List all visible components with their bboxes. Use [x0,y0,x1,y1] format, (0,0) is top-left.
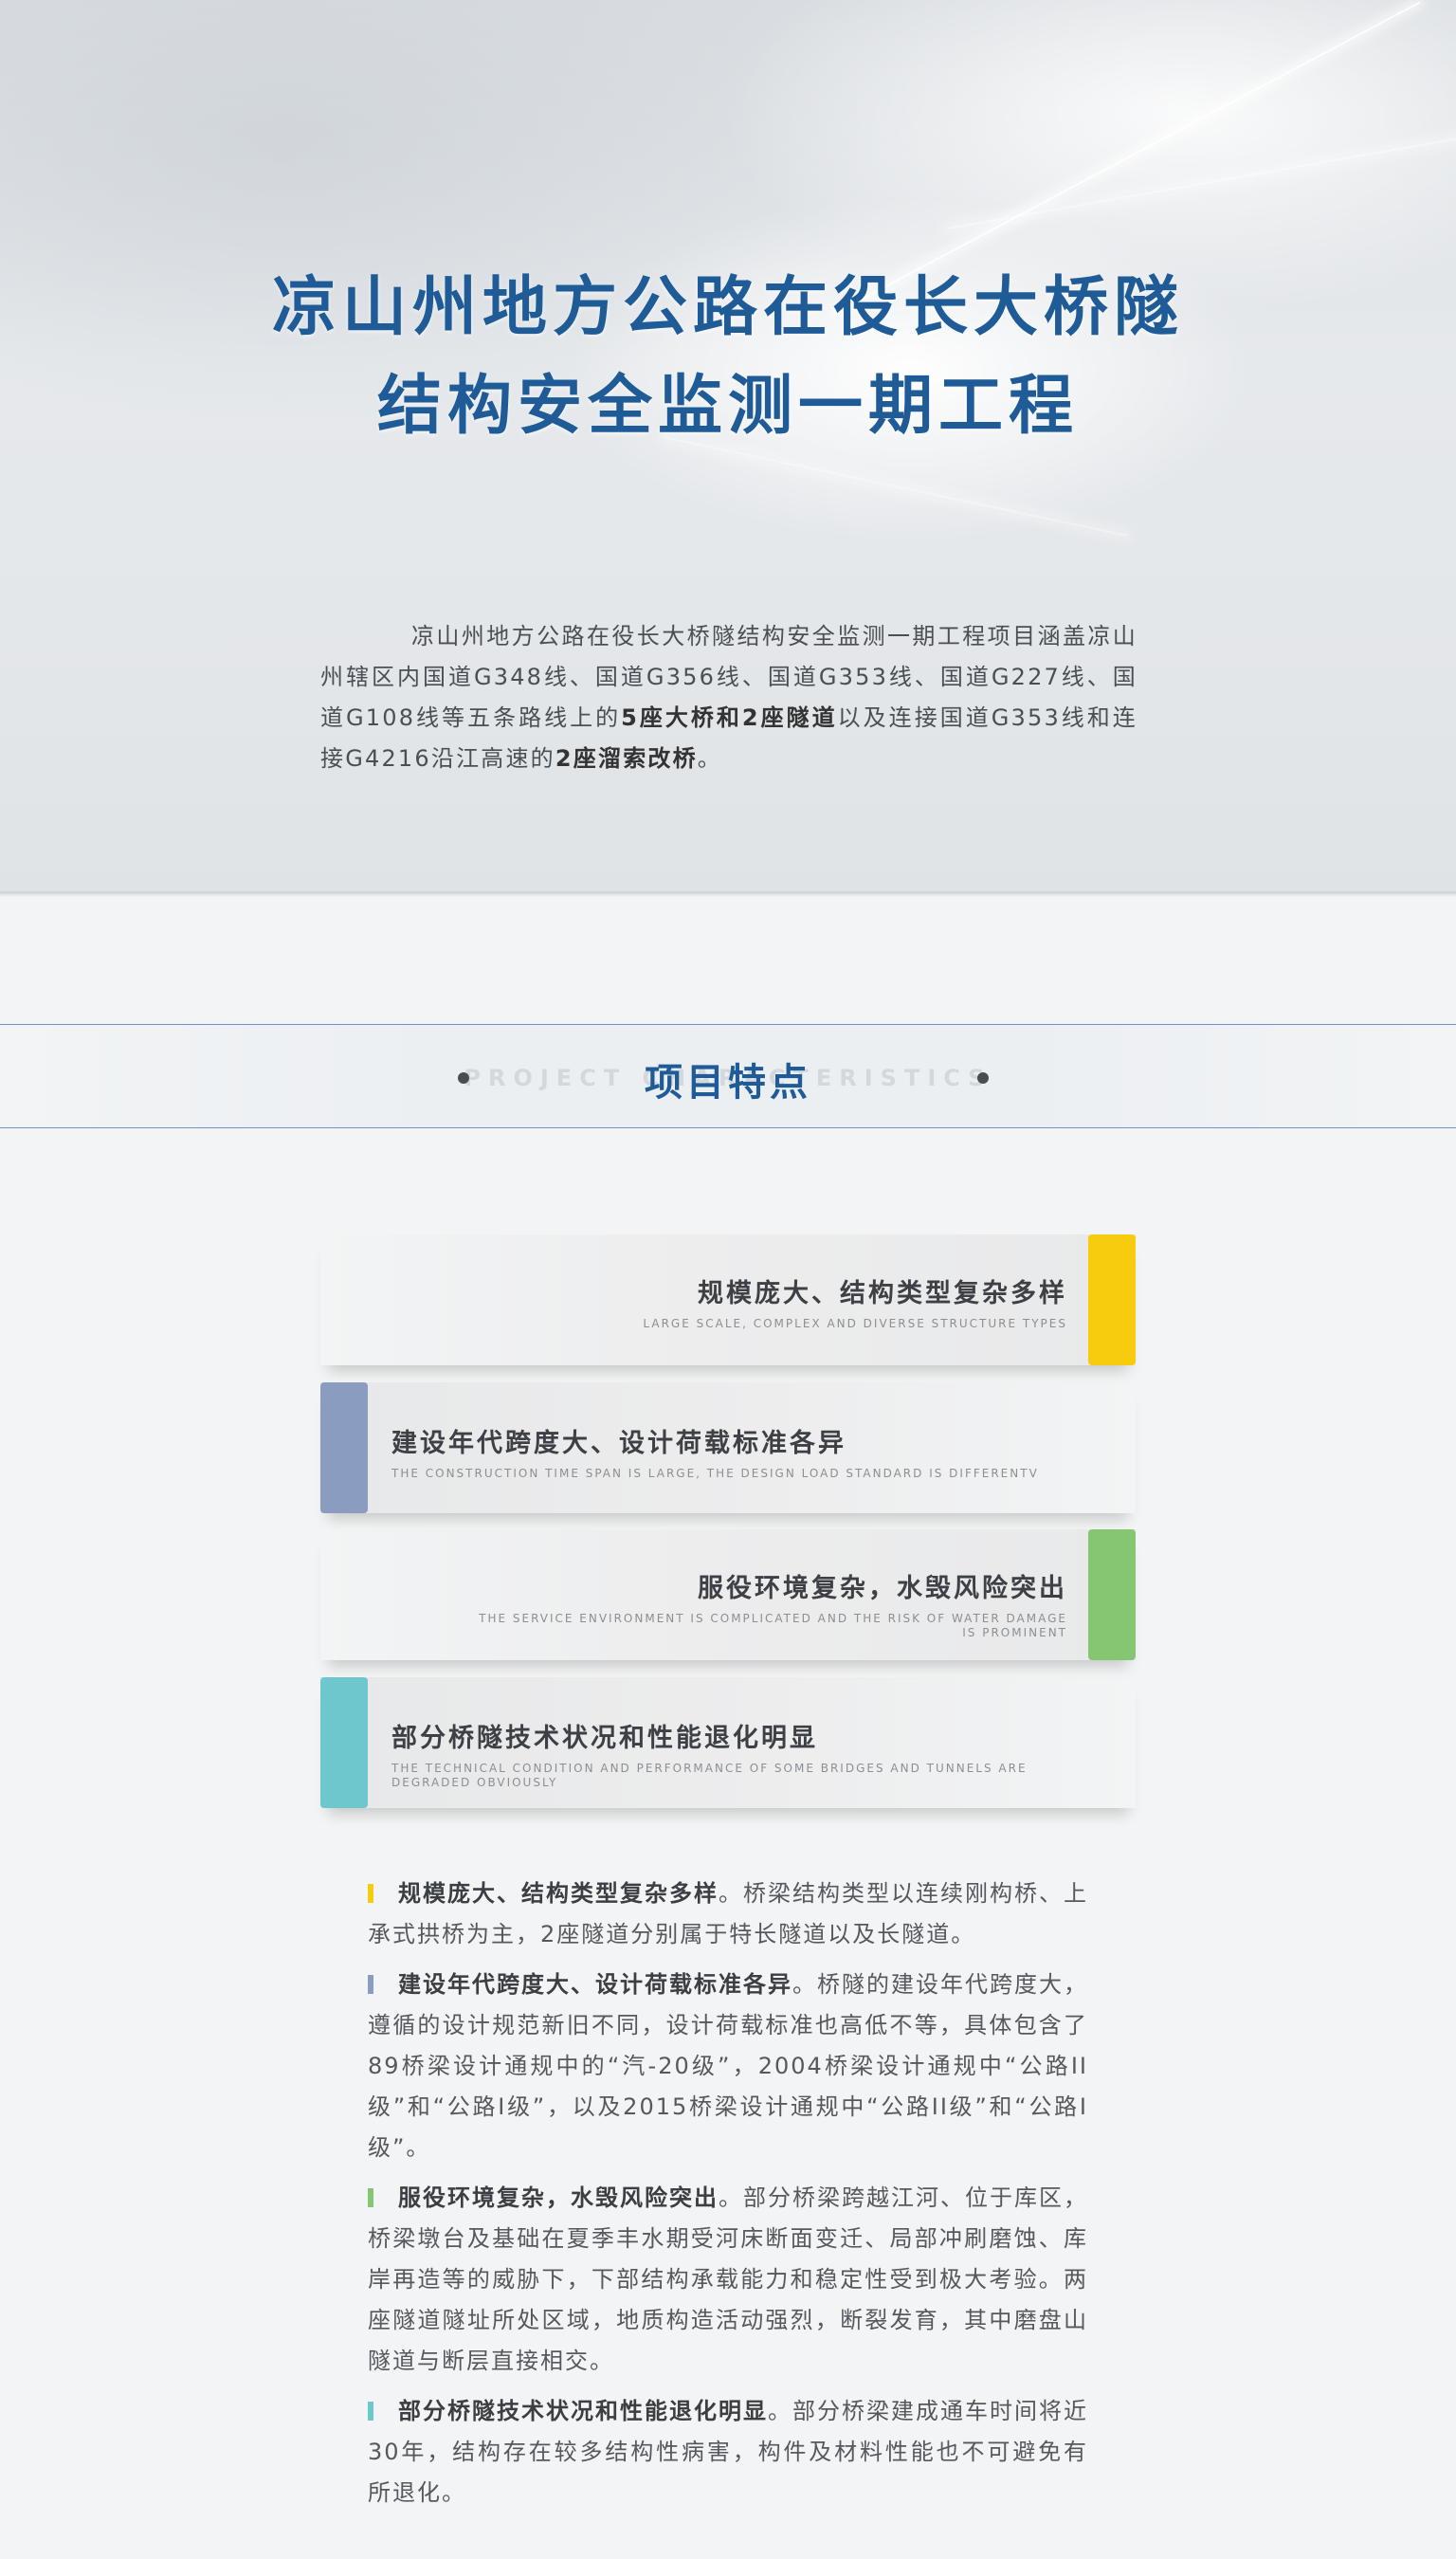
card-subtitle: THE TECHNICAL CONDITION AND PERFORMANCE … [391,1762,1028,1789]
intro-text: 。 [697,745,722,772]
card-subtitle: LARGE SCALE, COMPLEX AND DIVERSE STRUCTU… [643,1317,1067,1330]
detail-lead: 建设年代跨度大、设计荷载标准各异 [398,1971,792,1998]
feature-card: 规模庞大、结构类型复杂多样 LARGE SCALE, COMPLEX AND D… [320,1234,1136,1365]
card-title: 建设年代跨度大、设计荷载标准各异 [391,1429,846,1458]
page-title-line1: 凉山州地方公路在役长大桥隧 [271,270,1184,345]
card-subtitle: THE SERVICE ENVIRONMENT IS COMPLICATED A… [479,1612,1067,1639]
intro-highlight: 5座大桥和2座隧道 [621,704,838,731]
card-color-bar [320,1677,368,1808]
card-color-bar [1088,1234,1136,1365]
bullet-mark [368,2402,373,2421]
card-title: 服役环境复杂，水毁风险突出 [698,1574,1067,1603]
card-title: 规模庞大、结构类型复杂多样 [698,1279,1067,1308]
card-color-bar [320,1382,368,1513]
list-item: 规模庞大、结构类型复杂多样。桥梁结构类型以连续刚构桥、上承式拱桥为主，2座隧道分… [368,1874,1088,1955]
dot-icon [977,1072,989,1084]
list-item: 服役环境复杂，水毁风险突出。部分桥梁跨越江河、位于库区，桥梁墩台及基础在夏季丰水… [368,2178,1088,2382]
dot-icon [458,1072,469,1084]
intro-highlight: 2座溜索改桥 [555,745,698,772]
card-title: 部分桥隧技术状况和性能退化明显 [391,1724,818,1753]
card-color-bar [1088,1529,1136,1660]
feature-card: 部分桥隧技术状况和性能退化明显 THE TECHNICAL CONDITION … [320,1677,1136,1808]
light-streak [663,436,1128,537]
feature-card: 服役环境复杂，水毁风险突出 THE SERVICE ENVIRONMENT IS… [320,1529,1136,1660]
card-subtitle: THE CONSTRUCTION TIME SPAN IS LARGE, THE… [391,1467,1039,1480]
hero-banner: 凉山州地方公路在役长大桥隧 结构安全监测一期工程 凉山州地方公路在役长大桥隧结构… [0,0,1456,894]
detail-lead: 服役环境复杂，水毁风险突出 [398,2184,719,2211]
bullet-mark [368,2188,373,2207]
detail-list: 规模庞大、结构类型复杂多样。桥梁结构类型以连续刚构桥、上承式拱桥为主，2座隧道分… [368,1874,1088,2523]
detail-lead: 规模庞大、结构类型复杂多样 [398,1880,719,1907]
detail-text: 。桥隧的建设年代跨度大，遵循的设计规范新旧不同，设计荷载标准也高低不等，具体包含… [368,1971,1088,2161]
page-title-line2: 结构安全监测一期工程 [376,369,1079,444]
section-title: 项目特点 [645,1061,811,1105]
feature-card: 建设年代跨度大、设计荷载标准各异 THE CONSTRUCTION TIME S… [320,1382,1136,1513]
light-streak [947,128,1456,229]
intro-paragraph: 凉山州地方公路在役长大桥隧结构安全监测一期工程项目涵盖凉山州辖区内国道G348线… [320,616,1138,779]
list-item: 建设年代跨度大、设计荷载标准各异。桥隧的建设年代跨度大，遵循的设计规范新旧不同，… [368,1965,1088,2168]
divider [0,891,1456,897]
bullet-mark [368,1975,373,1994]
bullet-mark [368,1884,373,1903]
section-header: PROJECT CHARACTERISTICS 项目特点 [0,1024,1456,1128]
detail-text: 。部分桥梁跨越江河、位于库区，桥梁墩台及基础在夏季丰水期受河床断面变迁、局部冲刷… [368,2184,1088,2374]
detail-lead: 部分桥隧技术状况和性能退化明显 [398,2398,768,2424]
list-item: 部分桥隧技术状况和性能退化明显。部分桥梁建成通车时间将近30年，结构存在较多结构… [368,2391,1088,2513]
